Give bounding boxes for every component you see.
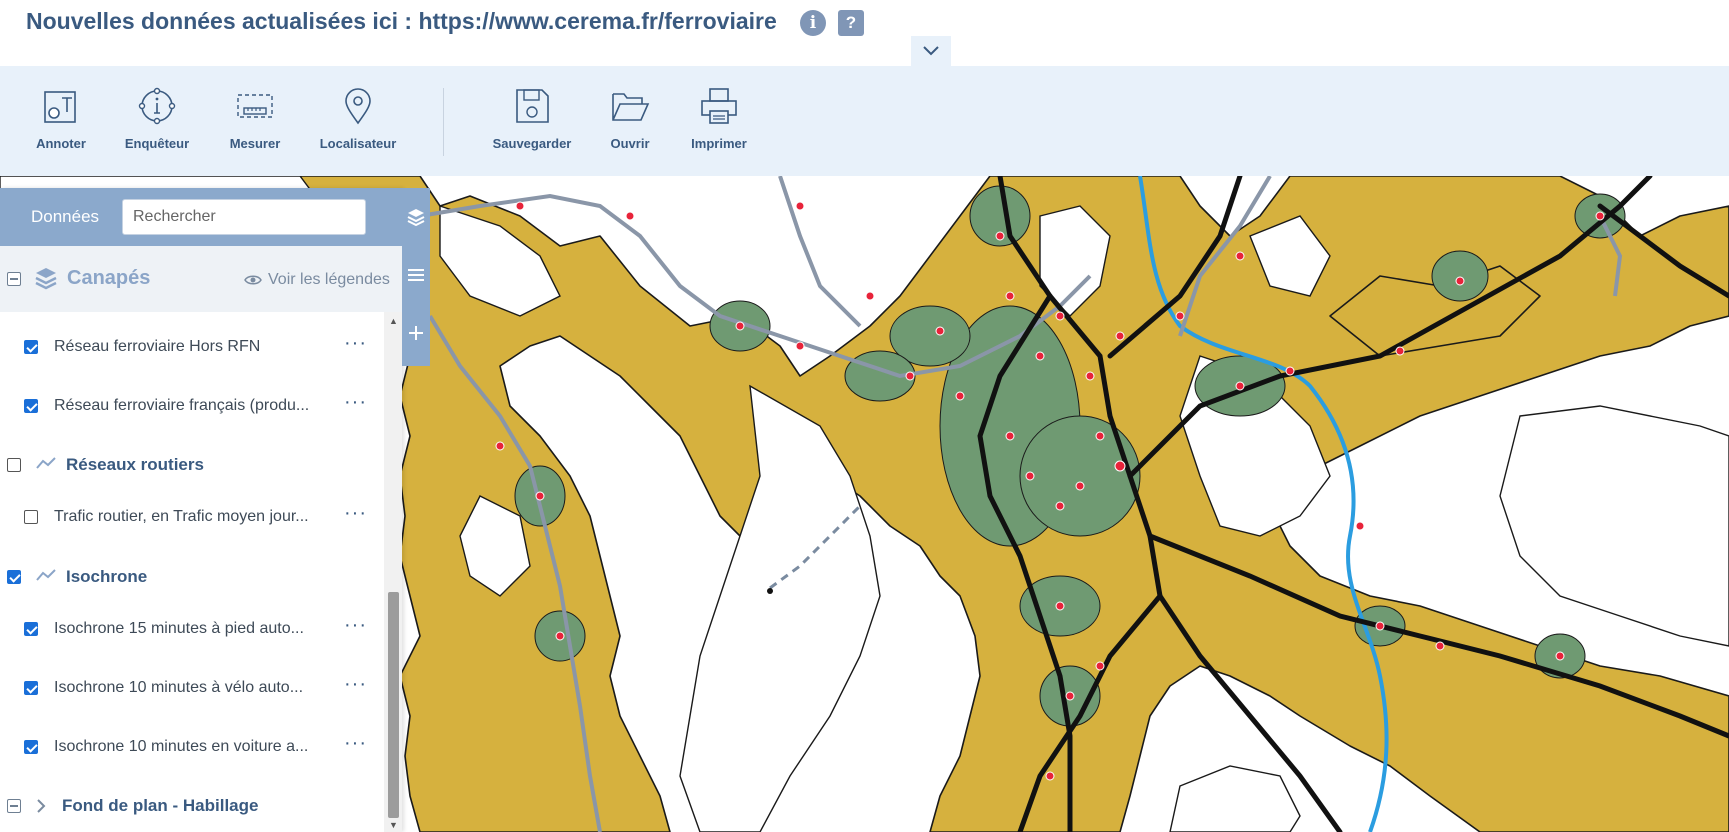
more-options-button[interactable]: ··· bbox=[344, 673, 367, 696]
layer-label: Trafic routier, en Trafic moyen jour... bbox=[54, 508, 309, 525]
tool-label: Ouvrir bbox=[610, 136, 650, 151]
group-row: Isochrone bbox=[0, 550, 384, 604]
layer-label: Isochrone 10 minutes à vélo auto... bbox=[54, 679, 304, 696]
folder-row: Fond de plan - Habillage bbox=[0, 779, 384, 832]
annotate-icon bbox=[44, 91, 76, 123]
scroll-down-arrow-icon[interactable]: ▼ bbox=[389, 820, 398, 830]
trend-line-icon bbox=[36, 569, 56, 581]
info-icon[interactable]: i bbox=[800, 10, 826, 36]
panel-tab-label[interactable]: Données bbox=[31, 207, 99, 227]
folder-label[interactable]: Fond de plan - Habillage bbox=[62, 796, 258, 816]
tool-label: Mesurer bbox=[229, 136, 281, 151]
map-application: Nouvelles données actualisées ici : http… bbox=[0, 0, 1729, 832]
layer-label: Isochrone 10 minutes en voiture a... bbox=[54, 738, 309, 755]
chevron-down-icon bbox=[923, 46, 939, 56]
chevron-right-icon[interactable] bbox=[36, 799, 46, 813]
page-title: Nouvelles données actualisées ici : http… bbox=[26, 8, 777, 34]
layer-row: Trafic routier, en Trafic moyen jour... … bbox=[0, 490, 384, 544]
layer-checkbox[interactable] bbox=[24, 510, 38, 524]
tool-label: Imprimer bbox=[691, 136, 747, 151]
open-button[interactable]: Ouvrir bbox=[580, 86, 680, 151]
top-banner: Nouvelles données actualisées ici : http… bbox=[0, 0, 1729, 66]
more-options-button[interactable]: ··· bbox=[344, 732, 367, 755]
floppy-disk-icon bbox=[516, 89, 549, 123]
tool-label: Localisateur bbox=[319, 136, 397, 151]
layer-group-title: Canapés bbox=[67, 267, 151, 289]
map-pin-icon bbox=[345, 88, 371, 125]
list-tab[interactable] bbox=[402, 246, 430, 304]
more-options-button[interactable]: ··· bbox=[344, 502, 367, 525]
layer-list: Réseau ferroviaire Hors RFN ··· Réseau f… bbox=[0, 312, 384, 832]
folder-open-icon bbox=[612, 93, 650, 121]
panel-side-tabs bbox=[402, 188, 430, 366]
layers-icon bbox=[35, 268, 57, 290]
search-input[interactable] bbox=[122, 199, 366, 235]
more-options-button[interactable]: ··· bbox=[344, 391, 367, 414]
layer-checkbox[interactable] bbox=[24, 340, 38, 354]
group-label[interactable]: Réseaux routiers bbox=[66, 455, 204, 475]
layer-row: Réseau ferroviaire français (produ... ··… bbox=[0, 379, 384, 433]
more-options-button[interactable]: ··· bbox=[344, 614, 367, 637]
locator-button[interactable]: Localisateur bbox=[308, 86, 408, 151]
show-legends-label: Voir les légendes bbox=[268, 271, 390, 288]
layer-list-scrollbar[interactable]: ▲ ▼ bbox=[384, 312, 402, 832]
info-circle-icon bbox=[138, 87, 176, 125]
group-checkbox[interactable] bbox=[7, 570, 21, 584]
enqueteur-button[interactable]: Enquêteur bbox=[107, 86, 207, 151]
scroll-thumb[interactable] bbox=[388, 592, 399, 818]
toolbar-separator bbox=[443, 88, 444, 156]
collapse-header-button[interactable] bbox=[911, 36, 951, 66]
layer-checkbox[interactable] bbox=[24, 681, 38, 695]
layer-label: Réseau ferroviaire français (produ... bbox=[54, 397, 310, 414]
folder-collapse-toggle[interactable] bbox=[7, 799, 21, 813]
add-tab[interactable] bbox=[402, 304, 430, 362]
layer-row: Isochrone 10 minutes en voiture a... ··· bbox=[0, 720, 384, 774]
plus-icon bbox=[409, 326, 423, 340]
layer-row: Réseau ferroviaire Hors RFN ··· bbox=[0, 320, 384, 374]
layer-group-header: Canapés Voir les légendes bbox=[0, 246, 402, 312]
annotate-button[interactable]: Annoter bbox=[11, 86, 111, 151]
save-button[interactable]: Sauvegarder bbox=[482, 86, 582, 151]
ruler-icon bbox=[237, 94, 273, 118]
group-checkbox[interactable] bbox=[7, 458, 21, 472]
layer-row: Isochrone 10 minutes à vélo auto... ··· bbox=[0, 661, 384, 715]
more-options-button[interactable]: ··· bbox=[344, 332, 367, 355]
layer-row: Isochrone 15 minutes à pied auto... ··· bbox=[0, 602, 384, 656]
layer-checkbox[interactable] bbox=[24, 399, 38, 413]
measure-button[interactable]: Mesurer bbox=[205, 86, 305, 151]
layer-label: Réseau ferroviaire Hors RFN bbox=[54, 338, 261, 355]
list-icon bbox=[408, 269, 424, 281]
toolbar: Annoter Enquêteur Mesurer Localisateur S… bbox=[0, 66, 1729, 176]
group-collapse-toggle[interactable] bbox=[7, 272, 21, 286]
tool-label: Sauvegarder bbox=[492, 136, 572, 151]
layers-icon bbox=[407, 209, 425, 227]
layer-label: Isochrone 15 minutes à pied auto... bbox=[54, 620, 304, 637]
map-marker bbox=[767, 588, 773, 594]
scroll-up-arrow-icon[interactable]: ▲ bbox=[389, 316, 398, 326]
tool-label: Enquêteur bbox=[124, 136, 190, 151]
trend-line-icon bbox=[36, 457, 56, 469]
panel-header: Données bbox=[0, 188, 402, 246]
group-row: Réseaux routiers bbox=[0, 438, 384, 492]
tool-label: Annoter bbox=[36, 136, 86, 151]
layer-checkbox[interactable] bbox=[24, 740, 38, 754]
printer-icon bbox=[701, 88, 737, 124]
group-label[interactable]: Isochrone bbox=[66, 567, 147, 587]
eye-icon bbox=[244, 275, 262, 285]
layers-tab[interactable] bbox=[402, 188, 430, 246]
show-legends-link[interactable]: Voir les légendes bbox=[244, 271, 390, 289]
data-panel: Données Canapés Voir les légendes bbox=[0, 188, 430, 832]
layer-checkbox[interactable] bbox=[24, 622, 38, 636]
help-icon[interactable]: ? bbox=[838, 10, 864, 36]
print-button[interactable]: Imprimer bbox=[669, 86, 769, 151]
